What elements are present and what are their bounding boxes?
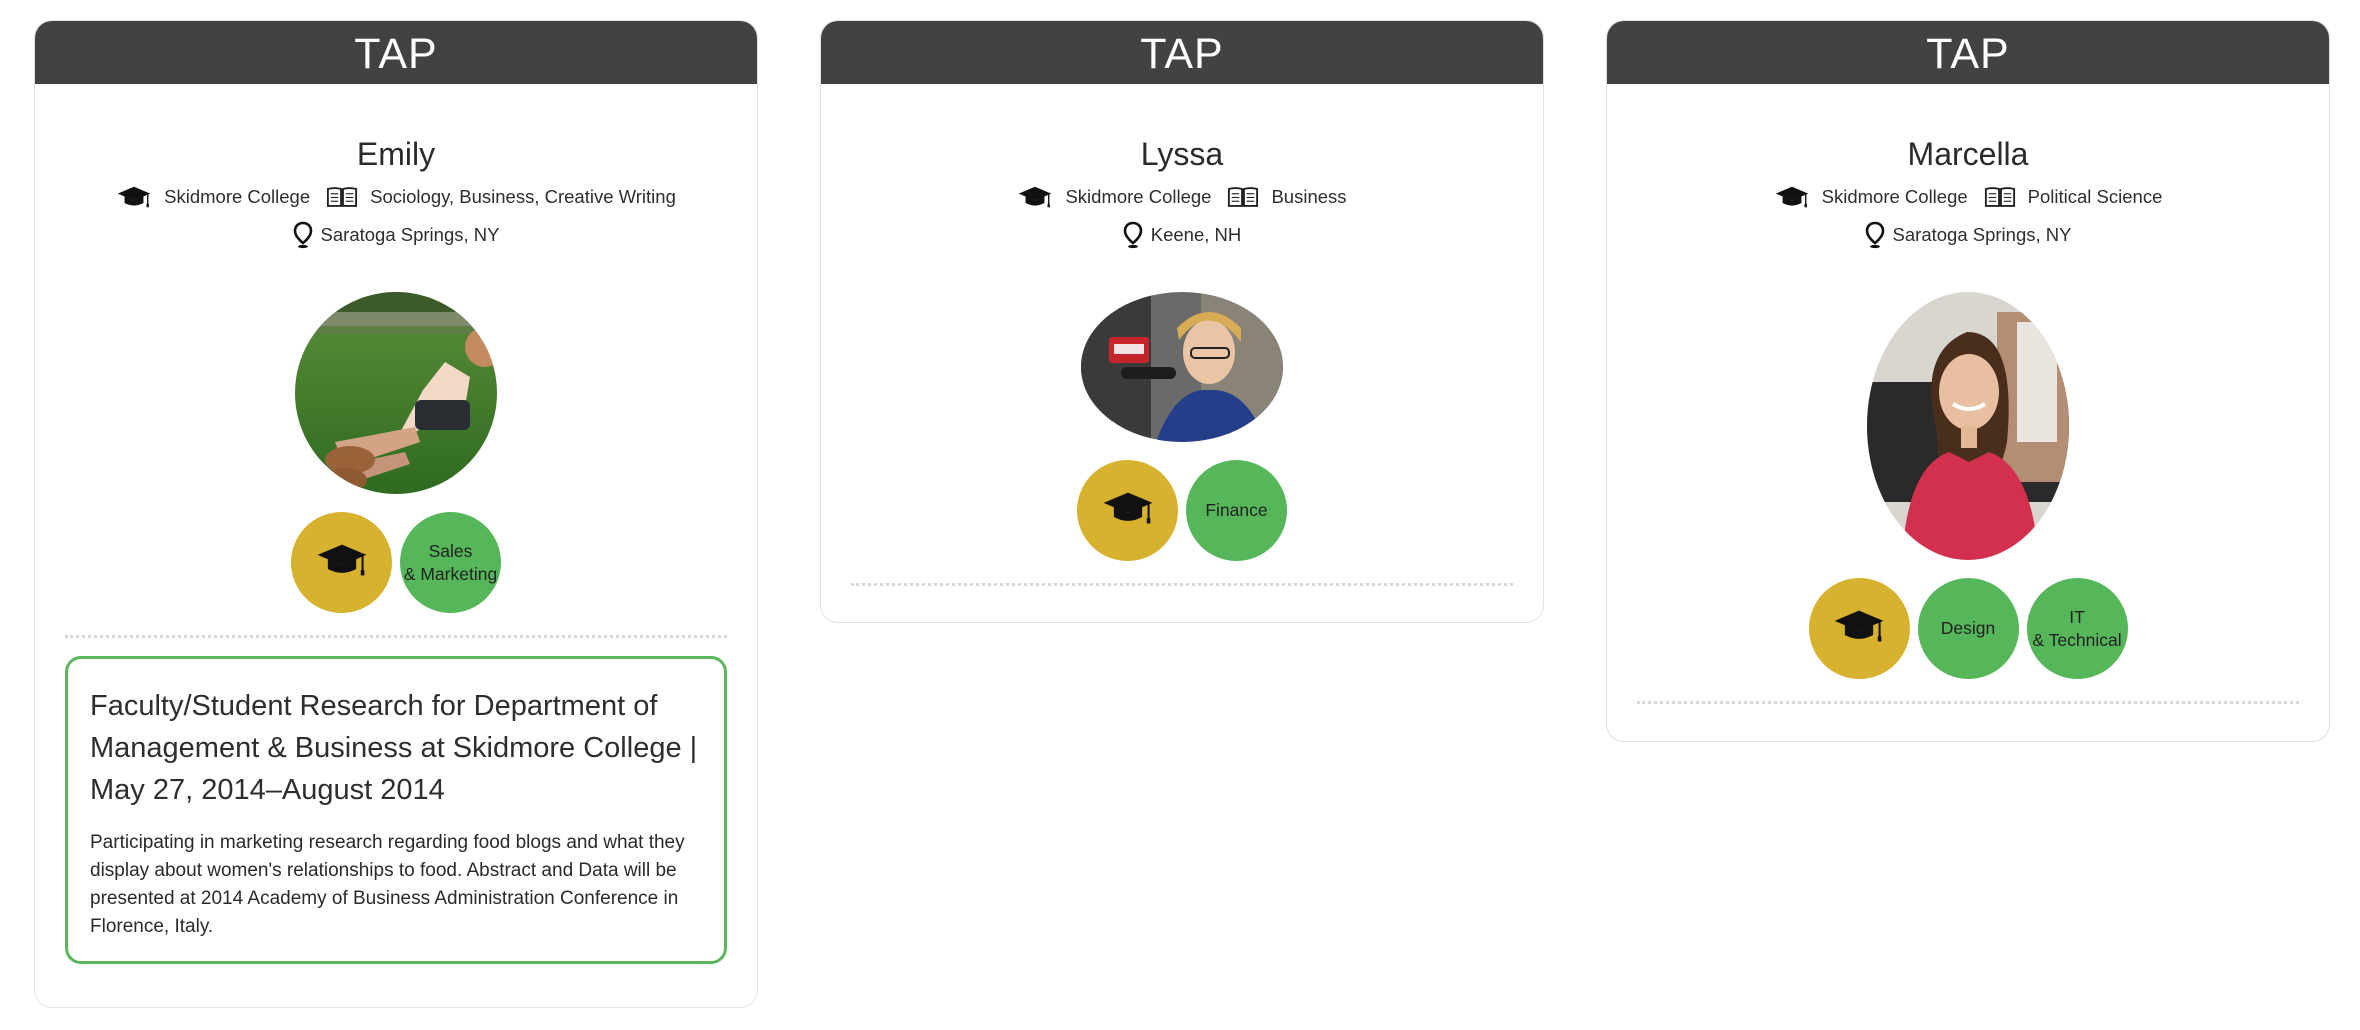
majors: Political Science (2027, 186, 2163, 207)
graduation-cap-icon (116, 185, 152, 209)
location: Keene, NH (1150, 224, 1242, 245)
divider (1637, 701, 2299, 704)
card-header: TAP (821, 21, 1543, 84)
education-badge[interactable] (1808, 578, 1910, 679)
map-pin-icon (1865, 221, 1885, 249)
experience-card[interactable]: Faculty/Student Research for Department … (65, 656, 727, 964)
profile-photo (1867, 292, 2069, 560)
education-row: Skidmore College Sociology, Business, Cr… (35, 182, 757, 212)
map-pin-icon (1123, 221, 1143, 249)
tag-badges: Sales & Marketing (35, 512, 757, 613)
skill-badge[interactable]: Sales & Marketing (400, 512, 501, 613)
skill-badge[interactable]: Design (1917, 578, 2019, 679)
education-row: Skidmore College Political Science (1607, 182, 2329, 212)
profile-name: Emily (356, 136, 436, 172)
graduation-cap-icon (1102, 490, 1154, 532)
graduation-cap-icon (1774, 185, 1810, 209)
book-icon (1984, 186, 2016, 209)
location-row: Saratoga Springs, NY (1607, 220, 2329, 250)
location: Saratoga Springs, NY (320, 224, 500, 245)
majors: Business (1271, 186, 1347, 207)
profile-name: Marcella (1907, 136, 2029, 172)
profile-name: Lyssa (1140, 136, 1224, 172)
card-header: TAP (35, 21, 757, 84)
graduation-cap-icon (1017, 185, 1053, 209)
graduation-cap-icon (316, 542, 368, 584)
experience-description: Participating in marketing research rega… (90, 832, 685, 937)
location-row: Keene, NH (821, 220, 1543, 250)
location-row: Saratoga Springs, NY (35, 220, 757, 250)
graduation-cap-icon (1833, 608, 1885, 650)
profile-photo (1081, 292, 1283, 442)
profile-card[interactable]: TAP Emily Skidmore College Sociology, Bu… (34, 20, 758, 1008)
education-badge[interactable] (291, 512, 392, 613)
majors: Sociology, Business, Creative Writing (370, 186, 676, 207)
education-badge[interactable] (1077, 460, 1178, 561)
profile-card[interactable]: TAP Lyssa Skidmore College Business Keen… (820, 20, 1544, 623)
tag-badges: Design IT & Technical (1607, 578, 2329, 679)
divider (65, 635, 727, 638)
school-name: Skidmore College (164, 186, 311, 207)
education-row: Skidmore College Business (821, 182, 1543, 212)
tag-badges: Finance (821, 460, 1543, 561)
school-name: Skidmore College (1065, 186, 1212, 207)
card-header: TAP (1607, 21, 2329, 84)
book-icon (1227, 186, 1259, 209)
school-name: Skidmore College (1821, 186, 1968, 207)
skill-badge[interactable]: Finance (1186, 460, 1287, 561)
profile-photo (295, 292, 497, 494)
skill-badge[interactable]: IT & Technical (2026, 578, 2128, 679)
profile-card[interactable]: TAP Marcella Skidmore College Political … (1606, 20, 2330, 742)
divider (851, 583, 1513, 586)
map-pin-icon (293, 221, 313, 249)
location: Saratoga Springs, NY (1892, 224, 2072, 245)
experience-title: Faculty/Student Research for Department … (90, 690, 698, 806)
book-icon (326, 186, 358, 209)
